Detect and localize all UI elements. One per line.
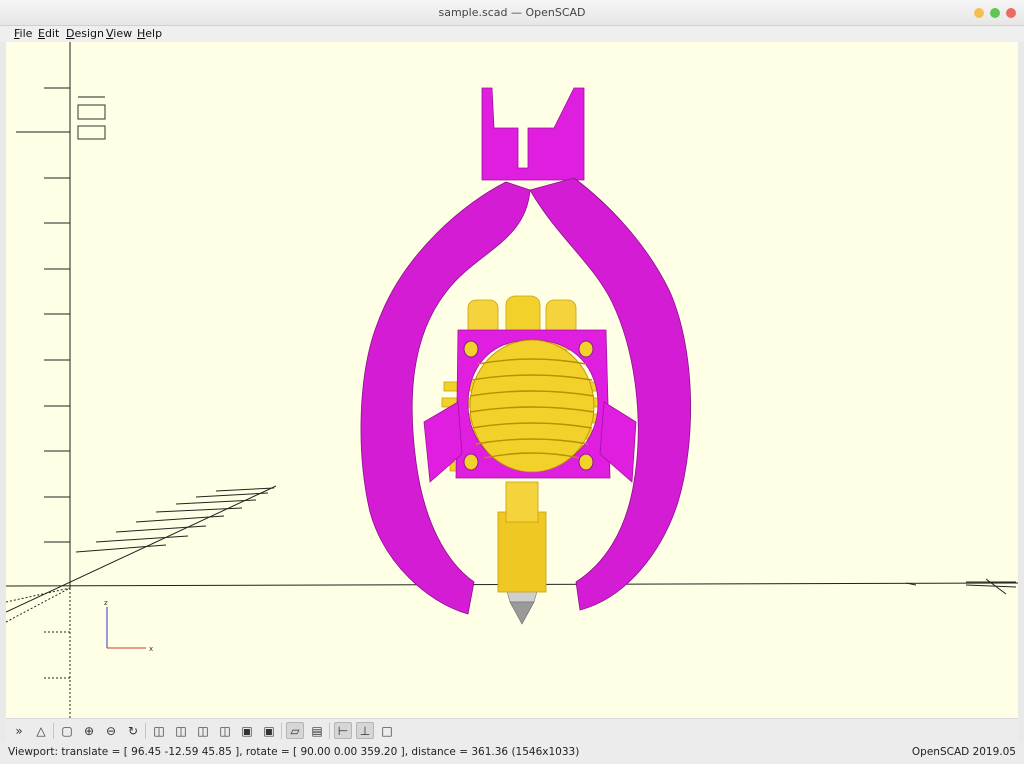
view-all-icon[interactable]: ▢ [58,722,76,739]
view-front-icon[interactable]: ▣ [238,722,256,739]
scale-markers-icon[interactable]: ⊥ [356,722,374,739]
menu-design[interactable]: Design [66,27,104,40]
orthogonal-icon[interactable]: ▤ [308,722,326,739]
app-window: sample.scad — OpenSCAD File Edit Design … [0,0,1024,764]
reset-view-icon[interactable]: ↻ [124,722,142,739]
axes-icon[interactable]: ⊢ [334,722,352,739]
menu-file[interactable]: File [14,27,32,40]
menu-bar: File Edit Design View Help [0,26,1024,42]
toolbar-separator [329,723,330,739]
perspective-icon[interactable]: ▱ [286,722,304,739]
viewport-canvas[interactable]: z x [6,42,1018,718]
view-right-icon[interactable]: ◫ [150,722,168,739]
render-icon[interactable]: △ [32,722,50,739]
z-axis-with-scale [16,42,106,718]
nozzle [505,587,539,625]
3d-viewport[interactable]: z x [6,42,1018,718]
window-controls [974,8,1016,18]
window-title: sample.scad — OpenSCAD [438,6,586,19]
zoom-in-icon[interactable]: ⊕ [80,722,98,739]
view-left-icon[interactable]: ◫ [216,722,234,739]
menu-help[interactable]: Help [137,27,162,40]
z-axis-label: z [104,599,108,607]
edges-icon[interactable]: □ [378,722,396,739]
toolbar-separator [53,723,54,739]
view-bottom-icon[interactable]: ◫ [194,722,212,739]
zoom-out-icon[interactable]: ⊖ [102,722,120,739]
menu-edit[interactable]: Edit [38,27,59,40]
y-axis-with-scale [6,485,277,623]
x-axis-label: x [149,645,153,653]
preview-icon[interactable]: » [10,722,28,739]
version-label: OpenSCAD 2019.05 [911,746,1016,758]
close-button[interactable] [1006,8,1016,18]
view-toolbar: » △ ▢ ⊕ ⊖ ↻ ◫ ◫ ◫ ◫ ▣ ▣ ▱ ▤ ⊢ ⊥ □ [6,718,1018,742]
maximize-button[interactable] [990,8,1000,18]
view-back-icon[interactable]: ▣ [260,722,278,739]
toolbar-separator [145,723,146,739]
heater-block [497,481,547,593]
viewport-status: Viewport: translate = [ 96.45 -12.59 45.… [8,746,580,758]
status-bar: Viewport: translate = [ 96.45 -12.59 45.… [0,742,1024,764]
toolbar-separator [281,723,282,739]
minimize-button[interactable] [974,8,984,18]
menu-view[interactable]: View [106,27,132,40]
title-bar[interactable]: sample.scad — OpenSCAD [0,0,1024,26]
view-top-icon[interactable]: ◫ [172,722,190,739]
fan-shroud [455,329,611,479]
axes-indicator: z x [104,599,153,653]
3d-model [360,87,692,625]
mount-bracket [481,87,585,181]
